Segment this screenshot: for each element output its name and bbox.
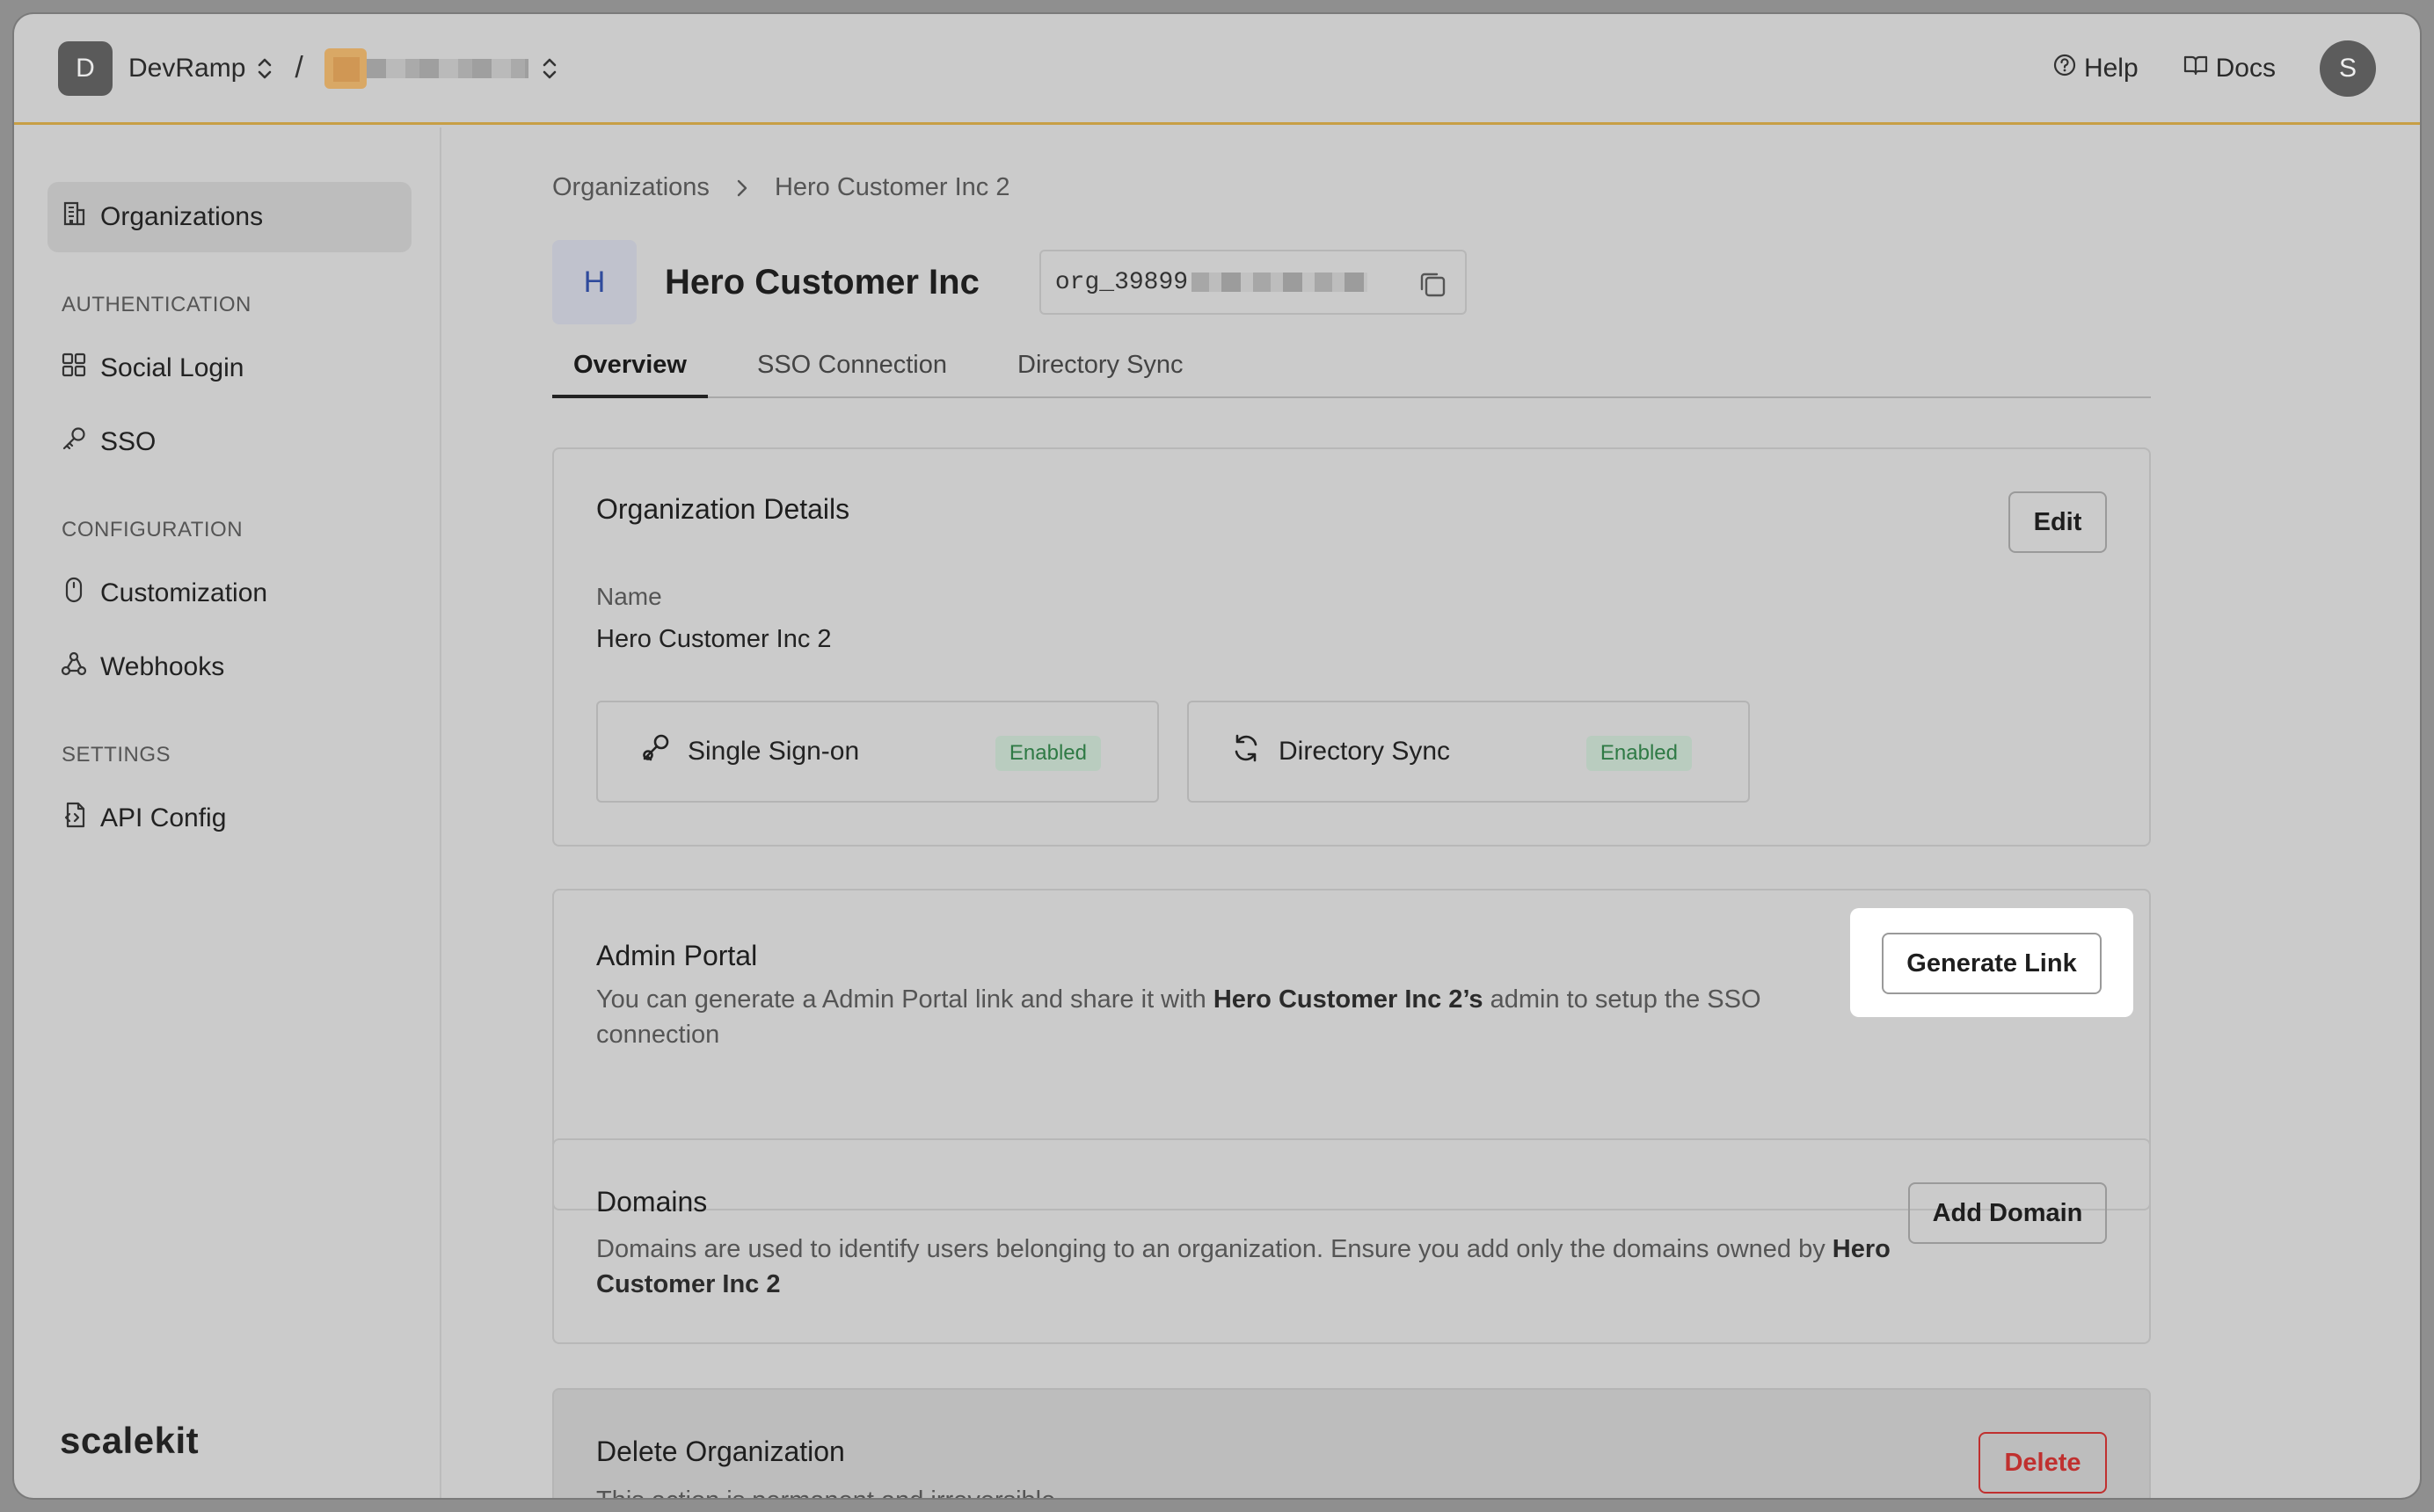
sidebar-item-label: Social Login [100, 353, 244, 382]
chevron-up-down-icon[interactable] [541, 55, 558, 82]
docs-label: Docs [2215, 53, 2276, 83]
card-title: Delete Organization [596, 1436, 845, 1467]
card-title: Organization Details [596, 493, 850, 525]
sidebar-item-webhooks[interactable]: Webhooks [47, 632, 412, 702]
org-id-field: org_39899 [1038, 250, 1467, 315]
help-circle-icon [2052, 53, 2084, 84]
top-right-actions: Help Docs S [2008, 40, 2376, 97]
page-title: Hero Customer Inc [665, 262, 980, 302]
generate-link-button[interactable]: Generate Link [1882, 933, 2102, 994]
chevron-right-icon [734, 176, 750, 200]
webhook-icon [60, 650, 100, 685]
main-content: Organizations Hero Customer Inc 2 H Hero… [441, 127, 2420, 1498]
breadcrumb: Organizations Hero Customer Inc 2 [552, 173, 1009, 202]
key-icon [638, 731, 688, 772]
tab-overview[interactable]: Overview [552, 345, 708, 398]
sidebar-item-label: API Config [100, 803, 227, 832]
delete-organization-card: Delete Organization Delete This action i… [552, 1388, 2151, 1498]
feature-directory-sync: Directory Sync Enabled [1187, 701, 1750, 803]
status-badge: Enabled [995, 736, 1101, 771]
tab-sso-connection[interactable]: SSO Connection [736, 345, 968, 398]
building-icon [60, 200, 100, 235]
section-configuration: CONFIGURATION [62, 518, 244, 542]
card-title: Admin Portal [596, 940, 758, 971]
name-value: Hero Customer Inc 2 [596, 625, 832, 653]
tab-bar: Overview SSO Connection Directory Sync [552, 345, 2151, 398]
feature-label: Directory Sync [1279, 737, 1451, 766]
sidebar-item-label: SSO [100, 427, 157, 456]
sidebar-item-label: Webhooks [100, 652, 225, 681]
sidebar-item-sso[interactable]: SSO [47, 407, 412, 477]
add-domain-button[interactable]: Add Domain [1908, 1182, 2107, 1244]
feature-single-sign-on: Single Sign-on Enabled [596, 701, 1159, 803]
help-link[interactable]: Help [2052, 53, 2139, 84]
sidebar-item-customization[interactable]: Customization [47, 558, 412, 629]
user-avatar[interactable]: S [2320, 40, 2376, 97]
tab-directory-sync[interactable]: Directory Sync [996, 345, 1205, 398]
sidebar-item-label: Customization [100, 578, 268, 607]
breadcrumb-organizations[interactable]: Organizations [552, 173, 710, 202]
sidebar-item-organizations[interactable]: Organizations [47, 182, 412, 252]
project-switcher-redacted[interactable] [324, 47, 528, 89]
name-label: Name [596, 583, 662, 610]
copy-icon[interactable] [1416, 267, 1449, 309]
page-header: H Hero Customer Inc org_39899 [552, 240, 1467, 324]
book-icon [2183, 53, 2216, 84]
organization-avatar: H [552, 240, 637, 324]
brand-logo: scalekit [60, 1420, 200, 1461]
mouse-icon [60, 576, 100, 611]
sidebar: Organizations AUTHENTICATION Social Logi… [14, 127, 441, 1498]
org-switcher[interactable]: DevRamp [128, 54, 245, 84]
section-settings: SETTINGS [62, 743, 171, 767]
sidebar-item-api-config[interactable]: API Config [47, 783, 412, 854]
org-avatar[interactable]: D [58, 40, 113, 96]
chevron-up-down-icon[interactable] [256, 55, 273, 82]
edit-button[interactable]: Edit [2008, 491, 2107, 553]
docs-link[interactable]: Docs [2183, 53, 2276, 84]
help-label: Help [2083, 53, 2139, 83]
key-icon [60, 425, 100, 460]
domains-description: Domains are used to identify users belon… [596, 1235, 1891, 1298]
sidebar-item-social-login[interactable]: Social Login [47, 333, 412, 403]
card-title: Domains [596, 1186, 708, 1218]
admin-portal-description: You can generate a Admin Portal link and… [596, 985, 1761, 1049]
org-id-redacted [1191, 273, 1368, 292]
breadcrumb-current: Hero Customer Inc 2 [774, 173, 1010, 201]
delete-description: This action is permanent and irreversibl… [596, 1483, 1055, 1498]
domains-card: Domains Add Domain Domains are used to i… [552, 1138, 2151, 1344]
app-window: D DevRamp / Help Docs S Organizations AU… [14, 14, 2420, 1498]
grid-icon [60, 351, 100, 386]
breadcrumb-separator: / [295, 51, 303, 84]
generate-link-highlight: Generate Link [1850, 908, 2133, 1017]
file-code-icon [60, 801, 100, 836]
section-authentication: AUTHENTICATION [62, 293, 251, 316]
top-bar: D DevRamp / Help Docs S [14, 14, 2420, 125]
refresh-icon [1229, 731, 1279, 772]
organization-details-card: Organization Details Edit Name Hero Cust… [552, 447, 2151, 847]
sidebar-item-label: Organizations [100, 202, 264, 231]
org-id-value: org_39899 [1054, 268, 1189, 296]
delete-button[interactable]: Delete [1979, 1432, 2107, 1494]
feature-label: Single Sign-on [688, 737, 860, 766]
status-badge: Enabled [1585, 736, 1692, 771]
